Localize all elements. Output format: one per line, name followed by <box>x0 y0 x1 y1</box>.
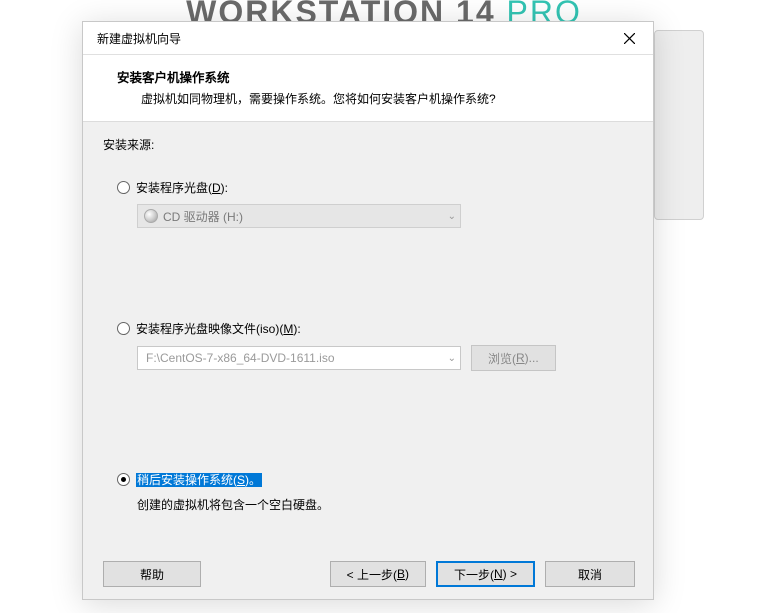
iso-path-combo[interactable]: F:\CentOS-7-x86_64-DVD-1611.iso ⌄ <box>137 346 461 370</box>
wizard-header: 安装客户机操作系统 虚拟机如同物理机，需要操作系统。您将如何安装客户机操作系统? <box>83 55 653 122</box>
header-subtitle: 虚拟机如同物理机，需要操作系统。您将如何安装客户机操作系统? <box>107 90 629 107</box>
chevron-down-icon: ⌄ <box>448 211 456 222</box>
radio-install-later[interactable]: 稍后安装操作系统(S)。 <box>117 471 635 488</box>
dropdown-value: CD 驱动器 (H:) <box>163 208 243 225</box>
radio-icon <box>117 322 130 335</box>
iso-row: F:\CentOS-7-x86_64-DVD-1611.iso ⌄ 浏览(R).… <box>137 345 635 371</box>
wizard-dialog: 新建虚拟机向导 安装客户机操作系统 虚拟机如同物理机，需要操作系统。您将如何安装… <box>82 21 654 600</box>
header-title: 安装客户机操作系统 <box>107 67 629 86</box>
radio-iso-file[interactable]: 安装程序光盘映像文件(iso)(M): <box>117 320 635 337</box>
next-button[interactable]: 下一步(N) > <box>436 561 535 587</box>
close-icon <box>624 33 635 44</box>
radio-installer-disc[interactable]: 安装程序光盘(D): <box>117 179 635 196</box>
browse-button[interactable]: 浏览(R)... <box>471 345 556 371</box>
disc-drive-dropdown[interactable]: CD 驱动器 (H:) ⌄ <box>137 204 461 228</box>
button-bar: 帮助 < 上一步(B) 下一步(N) > 取消 <box>83 551 653 599</box>
radio-label: 稍后安装操作系统(S)。 <box>136 471 262 488</box>
radio-icon <box>117 473 130 486</box>
close-button[interactable] <box>609 24 649 52</box>
titlebar: 新建虚拟机向导 <box>83 22 653 55</box>
disc-icon <box>144 209 158 223</box>
background-panel <box>654 30 704 220</box>
wizard-body: 安装来源: 安装程序光盘(D): CD 驱动器 (H:) ⌄ 安装程序光盘映像文… <box>83 122 653 599</box>
option-iso-file: 安装程序光盘映像文件(iso)(M): F:\CentOS-7-x86_64-D… <box>117 320 635 371</box>
install-later-hint: 创建的虚拟机将包含一个空白硬盘。 <box>137 496 635 513</box>
option-install-later: 稍后安装操作系统(S)。 创建的虚拟机将包含一个空白硬盘。 <box>117 471 635 513</box>
radio-label: 安装程序光盘映像文件(iso)(M): <box>136 320 301 337</box>
radio-label: 安装程序光盘(D): <box>136 179 228 196</box>
back-button[interactable]: < 上一步(B) <box>330 561 426 587</box>
radio-icon <box>117 181 130 194</box>
help-button[interactable]: 帮助 <box>103 561 201 587</box>
iso-path-value: F:\CentOS-7-x86_64-DVD-1611.iso <box>146 351 335 365</box>
chevron-down-icon: ⌄ <box>448 353 456 364</box>
dialog-title: 新建虚拟机向导 <box>97 30 181 47</box>
cancel-button[interactable]: 取消 <box>545 561 635 587</box>
option-installer-disc: 安装程序光盘(D): CD 驱动器 (H:) ⌄ <box>117 179 635 228</box>
source-label: 安装来源: <box>103 136 635 153</box>
